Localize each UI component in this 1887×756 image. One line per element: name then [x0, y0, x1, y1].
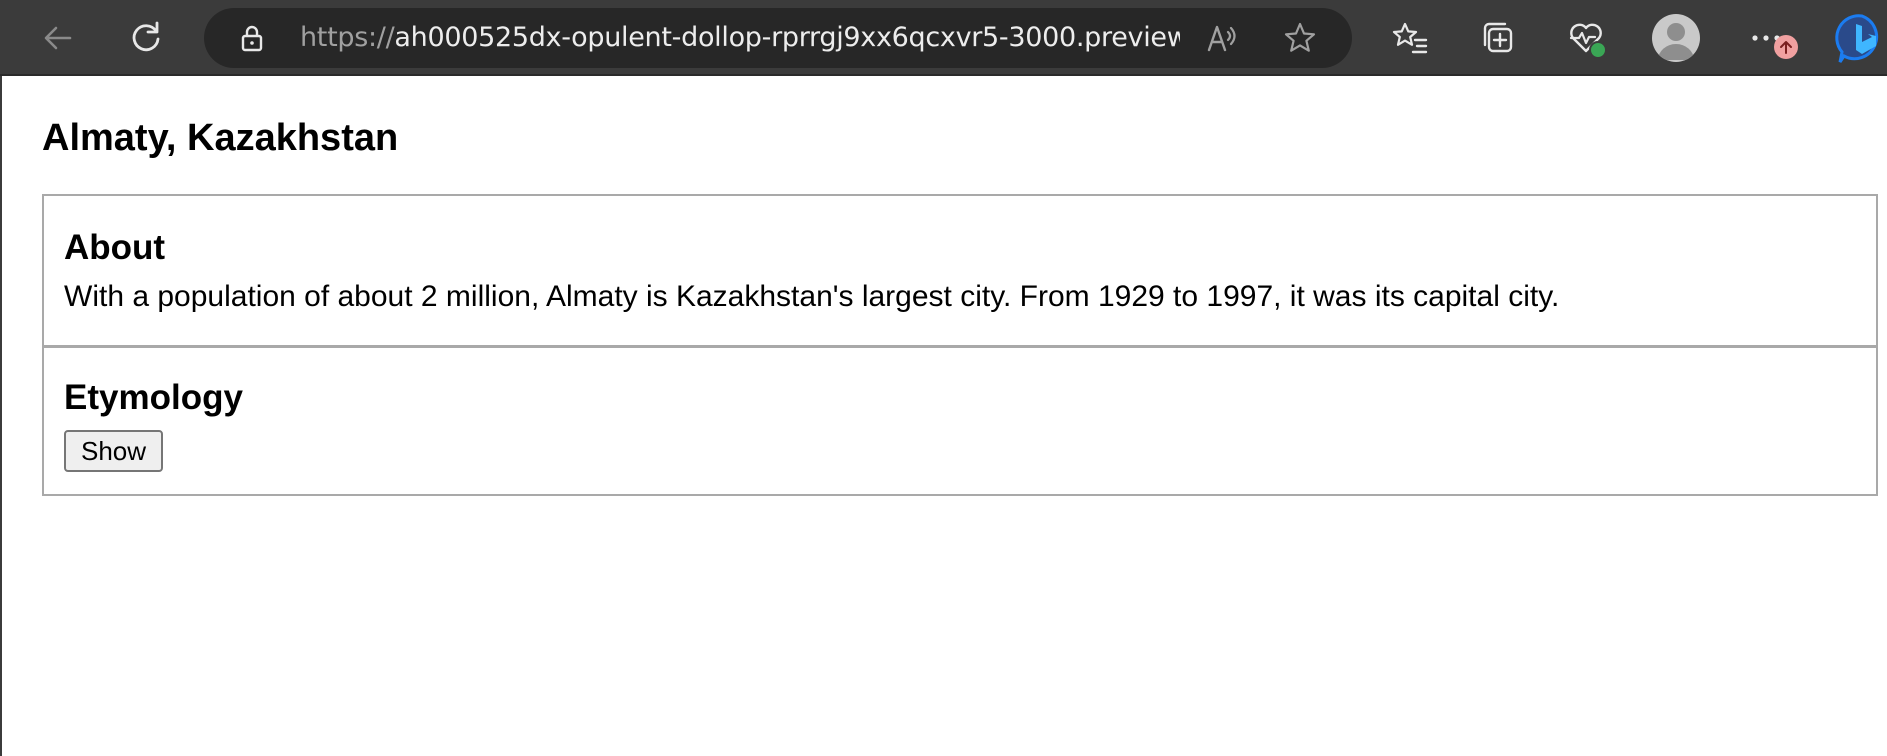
- lock-icon[interactable]: [238, 24, 266, 52]
- etymology-heading: Etymology: [64, 378, 243, 417]
- collections-icon: [1479, 19, 1517, 57]
- etymology-section: Etymology Show: [44, 348, 1876, 494]
- about-section: About With a population of about 2 milli…: [44, 196, 1876, 348]
- copilot-button[interactable]: [1832, 12, 1887, 64]
- about-text: With a population of about 2 million, Al…: [64, 280, 1560, 313]
- window-edge: [0, 76, 2, 756]
- browser-toolbar: https://ah000525dx-opulent-dollop-rprrgj…: [0, 0, 1887, 76]
- refresh-icon: [127, 19, 165, 57]
- read-aloud-icon[interactable]: [1204, 20, 1240, 56]
- about-heading: About: [64, 228, 166, 267]
- favorites-button[interactable]: [1384, 12, 1436, 64]
- address-bar[interactable]: https://ah000525dx-opulent-dollop-rprrgj…: [204, 8, 1352, 68]
- bing-copilot-icon: [1832, 12, 1887, 64]
- browser-essentials-button[interactable]: [1560, 12, 1612, 64]
- content-card: About With a population of about 2 milli…: [42, 194, 1878, 496]
- update-arrow-icon: [1774, 35, 1798, 59]
- profile-avatar-icon[interactable]: [1652, 14, 1700, 62]
- browser-essentials-icon: [1567, 19, 1607, 59]
- page-title: Almaty, Kazakhstan: [42, 117, 399, 159]
- refresh-button[interactable]: [120, 12, 172, 64]
- back-button[interactable]: [32, 12, 84, 64]
- show-button[interactable]: Show: [64, 430, 164, 472]
- favorites-icon: [1391, 19, 1429, 57]
- star-icon[interactable]: [1282, 20, 1318, 56]
- status-ok-badge: [1589, 41, 1607, 59]
- url-text[interactable]: https://ah000525dx-opulent-dollop-rprrgj…: [300, 8, 1180, 68]
- collections-button[interactable]: [1472, 12, 1524, 64]
- back-arrow-icon: [40, 20, 76, 56]
